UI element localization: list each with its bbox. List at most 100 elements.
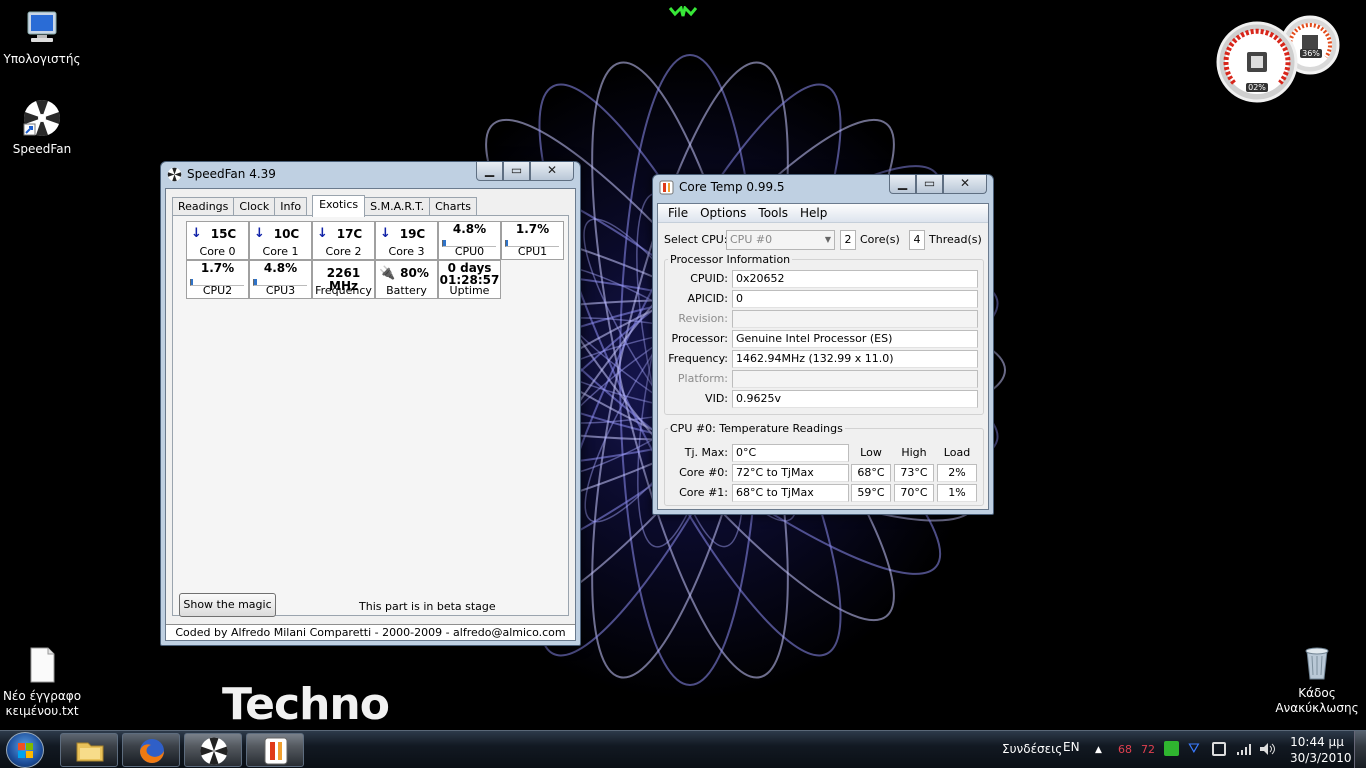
exotic-cell-cpu2: 1.7% CPU2 [186, 260, 249, 299]
clock-date: 30/3/2010 [1290, 751, 1352, 765]
core-high-value: 73°C [894, 464, 934, 482]
exotic-cell-cpu0: 4.8% CPU0 [438, 221, 501, 260]
info-label: CPUID: [690, 272, 728, 285]
info-value: 0x20652 [732, 270, 978, 288]
tray-signal-icon[interactable] [1236, 742, 1252, 756]
core-temp-value: 68°C to TjMax [732, 484, 849, 502]
load-column-header: Load [943, 446, 971, 459]
core-high-value: 70°C [894, 484, 934, 502]
taskbar-firefox-button[interactable] [122, 733, 180, 767]
taskbar-speedfan-button[interactable] [184, 733, 242, 767]
desktop-icon-label: Υπολογιστής [3, 52, 81, 66]
coretemp-maximize-button[interactable]: ▭ [916, 175, 943, 194]
cell-label: Core 1 [262, 245, 299, 258]
tab-info[interactable]: Info [274, 197, 308, 217]
speedfan-shortcut-icon [22, 98, 62, 138]
taskbar-coretemp-button[interactable] [246, 733, 304, 767]
cell-label: Core 3 [388, 245, 425, 258]
cpu-gauge-readout: 02% [1246, 83, 1268, 92]
threads-count: 4 [909, 230, 925, 250]
core-label: Core #0: [679, 466, 728, 479]
coretemp-title: Core Temp 0.99.5 [679, 180, 785, 194]
desktop-icon-speedfan[interactable]: SpeedFan [0, 98, 84, 157]
taskbar: Συνδέσεις EN ▲ 68 72 ⛛ 10:44 μμ 30/3/201… [0, 730, 1366, 768]
desktop-icon-text-file[interactable]: Νέο έγγραφο κειμένου.txt [0, 645, 84, 719]
cell-value: 10C [273, 227, 300, 241]
tab-exotics[interactable]: Exotics [312, 195, 366, 217]
exotic-cell-cpu1: 1.7% CPU1 [501, 221, 564, 260]
menu-tools[interactable]: Tools [752, 204, 794, 222]
speedfan-titlebar[interactable]: SpeedFan 4.39 ▁ ▭ ✕ [161, 162, 580, 188]
desktop-icon-computer[interactable]: Υπολογιστής [0, 8, 84, 67]
cell-label: Core 2 [325, 245, 362, 258]
coretemp-menubar: File Options Tools Help [658, 204, 988, 223]
temperature-readings-title: CPU #0: Temperature Readings [668, 422, 845, 435]
info-value: 0 [732, 290, 978, 308]
tray-language[interactable]: EN [1063, 739, 1080, 755]
coretemp-minimize-button[interactable]: ▁ [889, 175, 916, 194]
thermometer-icon [264, 737, 288, 765]
cell-value: 4.8% [452, 222, 487, 236]
wallpaper-watermark: Techno [222, 679, 390, 730]
core-load-value: 2% [937, 464, 977, 482]
cell-label: CPU3 [265, 284, 296, 297]
cell-value: 15C [210, 227, 237, 241]
tray-volume-icon[interactable] [1259, 742, 1277, 756]
tray-temp-core1[interactable]: 72 [1141, 742, 1155, 758]
cell-label: Battery [386, 284, 427, 297]
windows-logo-icon [18, 743, 33, 758]
exotic-cell-uptime: 0 days 01:28:57 Uptime [438, 260, 501, 299]
tray-temp-core0[interactable]: 68 [1118, 742, 1132, 758]
info-label: Revision: [678, 312, 728, 325]
speedfan-close-button[interactable]: ✕ [530, 162, 574, 181]
coretemp-titlebar[interactable]: Core Temp 0.99.5 ▁ ▭ ✕ [653, 175, 993, 201]
speedfan-credits-footer: Coded by Alfredo Milani Comparetti - 200… [166, 624, 575, 640]
tab-charts[interactable]: Charts [429, 197, 478, 217]
info-value [732, 370, 978, 388]
tab-smart[interactable]: S.M.A.R.T. [364, 197, 431, 217]
speedfan-window[interactable]: SpeedFan 4.39 ▁ ▭ ✕ Readings Clock Info … [160, 161, 581, 646]
exotic-cell-cpu3: 4.8% CPU3 [249, 260, 312, 299]
desktop-icon-recycle-bin[interactable]: Κάδος Ανακύκλωσης [1275, 642, 1359, 716]
menu-help[interactable]: Help [794, 204, 833, 222]
cell-label: CPU1 [517, 245, 548, 258]
speedfan-maximize-button[interactable]: ▭ [503, 162, 530, 181]
show-desktop-button[interactable] [1354, 731, 1366, 768]
low-column-header: Low [860, 446, 882, 459]
tray-connections[interactable]: Συνδέσεις [1002, 741, 1062, 757]
coretemp-client: File Options Tools Help Select CPU: CPU … [657, 203, 989, 510]
taskbar-explorer-button[interactable] [60, 733, 118, 767]
tab-readings[interactable]: Readings [172, 197, 235, 217]
cell-label: Frequency [315, 284, 372, 297]
select-cpu-value: CPU #0 [730, 233, 773, 246]
cell-label: CPU2 [202, 284, 233, 297]
menu-file[interactable]: File [662, 204, 694, 222]
speedfan-minimize-button[interactable]: ▁ [476, 162, 503, 181]
show-the-magic-button[interactable]: Show the magic [179, 593, 276, 617]
cell-label: Uptime [449, 284, 490, 297]
cell-value: 19C [399, 227, 426, 241]
threads-label: Thread(s) [929, 233, 982, 246]
exotic-cell-core-2: ↓ 17C Core 2 [312, 221, 375, 260]
coretemp-window[interactable]: Core Temp 0.99.5 ▁ ▭ ✕ File Options Tool… [652, 174, 994, 515]
tray-network-filter-icon[interactable]: ⛛ [1188, 741, 1204, 757]
desktop-icon-label: Νέο έγγραφο κειμένου.txt [2, 689, 82, 718]
tray-clock[interactable]: 10:44 μμ 30/3/2010 [1290, 734, 1352, 766]
select-cpu-dropdown[interactable]: CPU #0 ▼ [726, 230, 835, 250]
cpu-meter-gadget[interactable]: 02% 36% [1216, 9, 1342, 105]
beta-stage-note: This part is in beta stage [359, 600, 496, 613]
tray-battery-icon[interactable] [1212, 742, 1226, 756]
select-cpu-label: Select CPU: [664, 233, 728, 246]
tjmax-label: Tj. Max: [684, 446, 728, 459]
processor-information-title: Processor Information [668, 253, 793, 266]
start-button[interactable] [6, 732, 44, 768]
menu-options[interactable]: Options [694, 204, 752, 222]
clock-time: 10:44 μμ [1290, 735, 1344, 749]
coretemp-close-button[interactable]: ✕ [943, 175, 987, 194]
tab-clock[interactable]: Clock [233, 197, 276, 217]
core-temp-value: 72°C to TjMax [732, 464, 849, 482]
speedfan-fan-icon [167, 167, 182, 182]
tray-green-icon[interactable] [1164, 741, 1179, 756]
tray-show-hidden-icon[interactable]: ▲ [1095, 742, 1102, 758]
info-label: APICID: [687, 292, 728, 305]
